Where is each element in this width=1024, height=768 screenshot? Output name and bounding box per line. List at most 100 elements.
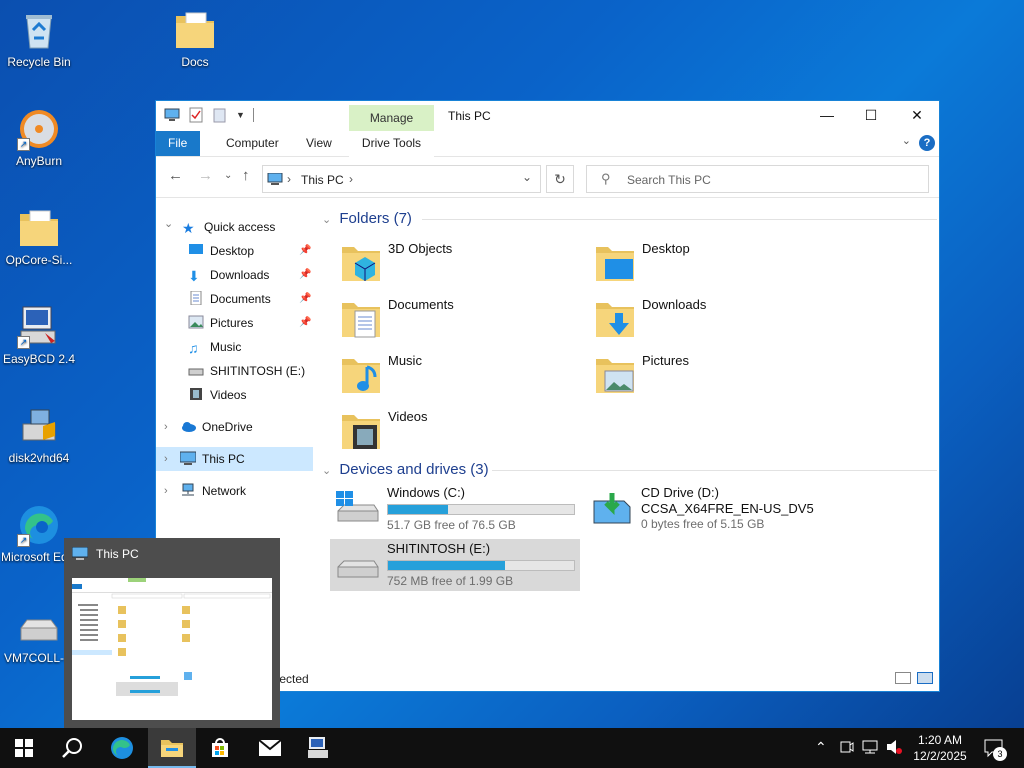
desktop-icon-easybcd[interactable]: ↗ EasyBCD 2.4 [1,305,77,367]
breadcrumb-chevron-icon[interactable]: › [349,172,353,186]
notification-center-icon[interactable]: 3 [984,738,1007,761]
nav-item-downloads[interactable]: ⬇ Downloads [188,263,269,287]
meet-now-icon[interactable] [840,739,854,758]
start-button[interactable] [0,728,48,768]
search-input[interactable]: ⚲ Search This PC [586,165,929,193]
desktop-icon-disk2vhd[interactable]: disk2vhd64 [1,404,77,466]
maximize-button[interactable]: ☐ [848,101,894,131]
taskbar: ⌃ 1:20 AM 12/2/2025 3 [0,728,1024,768]
clock-date: 12/2/2025 [913,749,967,763]
folder-videos[interactable]: Videos [341,409,581,457]
mail-icon [258,739,282,756]
document-icon [188,289,204,306]
ribbon-tabs: File Computer View Drive Tools ⌄ ? [156,131,939,183]
easybcd-icon: ↗ [17,305,61,349]
volume-muted-icon[interactable] [886,739,902,758]
customize-qat-icon[interactable]: ▼ [236,110,245,120]
recent-locations-icon[interactable]: ⌄ [224,170,232,181]
breadcrumb-this-pc[interactable]: This PC [301,173,344,187]
network-status-icon[interactable] [862,739,880,758]
refresh-button[interactable]: ↻ [546,165,574,193]
taskbar-mail[interactable] [246,728,294,768]
nav-item-music[interactable]: ♫ Music [188,335,241,359]
nav-item-shitintosh[interactable]: SHITINTOSH (E:) [188,359,305,383]
taskbar-file-explorer[interactable] [148,728,196,768]
expand-chevron-icon[interactable]: › [164,421,168,433]
taskbar-easybcd[interactable] [294,728,342,768]
pin-icon[interactable]: 📌 [299,269,311,280]
folder-music[interactable]: Music [341,353,581,401]
title-bar[interactable]: ▼ Manage This PC — ☐ ✕ [156,101,939,131]
close-button[interactable]: ✕ [894,101,940,131]
drive-shitintosh-e[interactable]: SHITINTOSH (E:) 752 MB free of 1.99 GB [330,539,580,591]
system-clock[interactable]: 1:20 AM 12/2/2025 [904,732,976,764]
search-button[interactable] [48,728,96,768]
address-bar[interactable]: › This PC › ⌄ [262,165,541,193]
folder-icon [17,206,61,250]
folder-pictures[interactable]: Pictures [595,353,835,401]
back-arrow-icon[interactable]: ← [168,167,183,184]
computer-icon[interactable] [164,107,180,123]
qat-separator [252,108,254,122]
folder-3d-objects[interactable]: 3D Objects [341,241,581,289]
desktop-icon-opcore[interactable]: OpCore-Si... [1,206,77,268]
drive-icon [17,612,61,648]
nav-item-pictures[interactable]: Pictures [188,311,253,335]
nav-item-videos[interactable]: Videos [188,383,246,407]
nav-quick-access[interactable]: ★ Quick access [182,215,275,239]
folder-documents[interactable]: Documents [341,297,581,345]
expand-chevron-icon[interactable]: › [164,485,168,497]
folder-downloads[interactable]: Downloads [595,297,835,345]
taskbar-store[interactable] [196,728,244,768]
edge-icon: ↗ [17,503,61,547]
folders-group-header[interactable]: ⌄ Folders (7) [322,208,937,230]
expand-chevron-icon[interactable]: › [164,453,168,465]
breadcrumb-chevron-icon[interactable]: › [287,172,291,186]
nav-onedrive[interactable]: OneDrive [180,415,253,439]
drive-usage-fill [388,561,506,570]
download-icon: ⬇ [188,268,200,284]
pin-icon[interactable]: 📌 [299,317,311,328]
window-thumbnail [72,578,272,720]
details-view-icon[interactable] [895,672,911,684]
expand-ribbon-icon[interactable]: ⌄ [902,134,911,147]
tab-computer[interactable]: Computer [214,131,291,156]
minimize-button[interactable]: — [804,101,850,131]
this-pc-icon [267,172,283,185]
tab-file[interactable]: File [156,131,200,156]
new-folder-icon[interactable] [212,107,228,123]
large-icons-view-icon[interactable] [917,672,933,684]
drives-group-header[interactable]: ⌄ Devices and drives (3) [322,459,937,481]
taskbar-edge[interactable] [98,728,146,768]
collapse-chevron-icon: ⌄ [322,465,332,477]
nav-item-desktop[interactable]: Desktop [188,239,254,263]
nav-network[interactable]: Network [180,479,246,503]
disc-burn-icon: ↗ [17,107,61,151]
nav-item-documents[interactable]: Documents [188,287,271,311]
show-hidden-icons-icon[interactable]: ⌃ [815,739,827,756]
pin-icon[interactable]: 📌 [299,293,311,304]
preview-title: This PC [96,547,139,561]
folder-desktop[interactable]: Desktop [595,241,835,289]
taskbar-thumbnail-preview[interactable]: This PC [64,538,280,728]
manage-contextual-tab[interactable]: Manage [349,105,434,131]
pin-icon[interactable]: 📌 [299,245,311,256]
drive-windows-c[interactable]: Windows (C:) 51.7 GB free of 76.5 GB [330,483,580,535]
up-arrow-icon[interactable]: ↑ [242,167,250,184]
drive-cd-d[interactable]: CD Drive (D:) CCSA_X64FRE_EN-US_DV5 0 by… [584,483,834,535]
address-toolbar: ← → ⌄ ↑ › This PC › ⌄ ↻ ⚲ Search This PC [156,157,939,198]
desktop-icon-docs[interactable]: Docs [157,8,233,70]
window-title: This PC [448,109,491,123]
collapse-chevron-icon[interactable]: ⌄ [164,217,173,230]
forward-arrow-icon[interactable]: → [198,167,213,184]
pictures-folder-icon [595,353,635,397]
help-icon[interactable]: ? [919,135,935,151]
desktop-icon-anyburn[interactable]: ↗ AnyBurn [1,107,77,169]
downloads-folder-icon [595,297,635,341]
desktop-icon-recycle-bin[interactable]: Recycle Bin [1,8,77,70]
address-dropdown-icon[interactable]: ⌄ [522,170,532,184]
properties-icon[interactable] [188,107,204,123]
tab-view[interactable]: View [294,131,344,156]
cd-drive-icon [590,491,634,525]
nav-this-pc[interactable]: This PC [156,447,313,471]
